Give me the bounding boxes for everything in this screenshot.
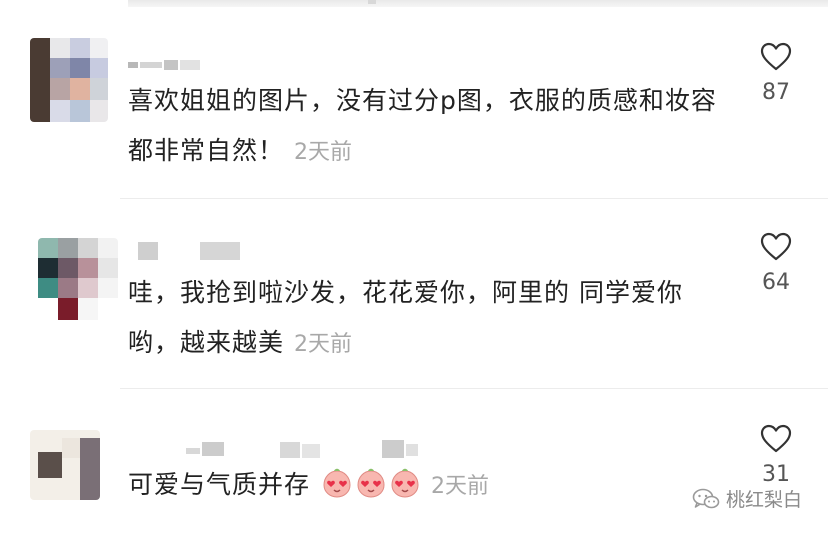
like-button[interactable]: 31: [746, 424, 806, 487]
like-count: 64: [762, 270, 790, 295]
like-button[interactable]: 87: [746, 42, 806, 105]
comment-body: 可爱与气质并存: [128, 470, 311, 499]
heart-outline-icon: [760, 232, 792, 261]
peach-heart-eyes-emoji-icon: [357, 468, 385, 498]
wechat-icon: [692, 488, 720, 508]
like-count: 31: [762, 462, 790, 487]
watermark-text: 桃红梨白: [725, 489, 802, 511]
comment-time: 2天前: [430, 474, 489, 499]
divider: [120, 198, 828, 199]
comment-time: 2天前: [294, 140, 353, 165]
comment-body: 喜欢姐姐的图片，没有过分p图，衣服的质感和妆容都非常自然！: [128, 86, 717, 165]
peach-heart-eyes-emoji-icon: [391, 468, 419, 498]
comment-text: 喜欢姐姐的图片，没有过分p图，衣服的质感和妆容都非常自然！ 2天前: [128, 76, 728, 178]
like-count: 87: [762, 80, 790, 105]
watermark: 桃红梨白: [692, 485, 802, 512]
username-blurred[interactable]: [128, 56, 208, 72]
peach-heart-eyes-emoji-icon: [323, 468, 351, 498]
comment-text: 哇，我抢到啦沙发，花花爱你，阿里的 同学爱你哟，越来越美 2天前: [128, 268, 728, 370]
heart-outline-icon: [760, 424, 792, 453]
heart-outline-icon: [760, 42, 792, 71]
avatar[interactable]: [38, 238, 118, 320]
comment-time: 2天前: [294, 332, 353, 357]
avatar[interactable]: [30, 38, 108, 122]
previous-comment-edge: [128, 0, 828, 7]
divider: [120, 388, 828, 389]
previous-comment-fragment: [368, 0, 376, 4]
username-blurred[interactable]: [138, 240, 248, 262]
comment-text: 可爱与气质并存 2天前: [128, 460, 728, 512]
username-blurred[interactable]: [186, 438, 426, 460]
like-button[interactable]: 64: [746, 232, 806, 295]
avatar[interactable]: [30, 430, 100, 500]
comment-body: 哇，我抢到啦沙发，花花爱你，阿里的 同学爱你哟，越来越美: [128, 278, 683, 357]
